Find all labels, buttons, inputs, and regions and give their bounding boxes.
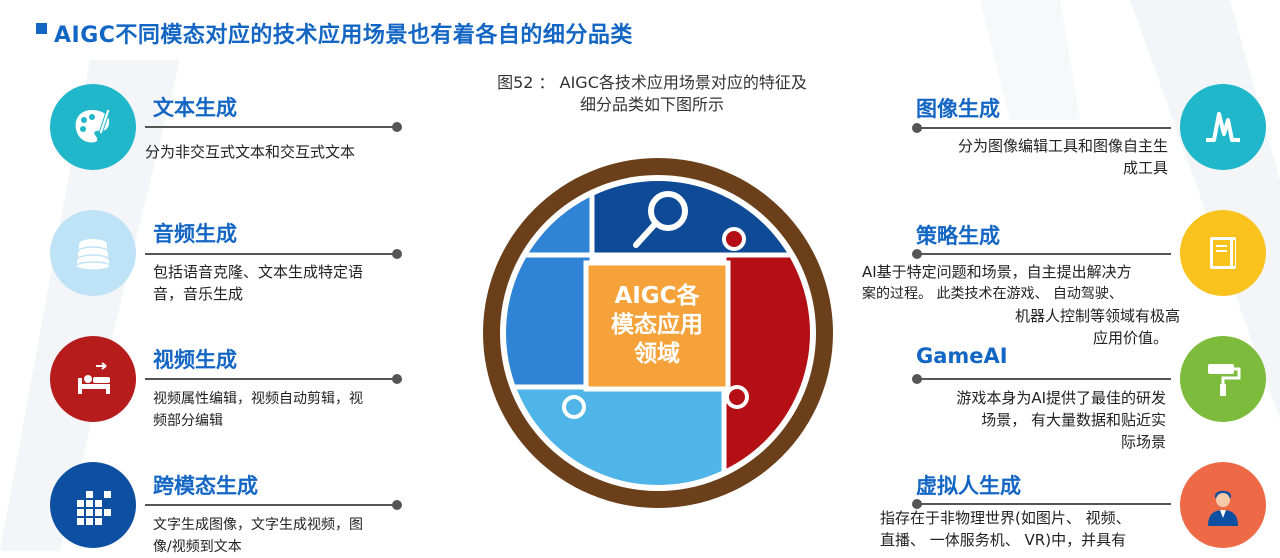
gameai-dot xyxy=(912,374,922,384)
center-label-line-2: 模态应用 xyxy=(611,311,703,338)
audio-gen-title: 音频生成 xyxy=(153,222,237,246)
virtual-human-desc: 指存在于非物理世界(如图片、 视频、 直播、 一体服务机、 VR)中，并具有 xyxy=(880,507,1176,551)
bed-icon xyxy=(78,362,110,394)
cross-modal-desc: 文字生成图像，文字生成视频，图 像/视频到文本 xyxy=(153,514,413,558)
cross-modal-icon-circle xyxy=(50,462,136,548)
virtual-human-icon-circle xyxy=(1180,462,1266,548)
image-gen-desc-line-1: 分为图像编辑工具和图像自主生 xyxy=(957,137,1168,155)
virtual-human-connector xyxy=(916,503,1171,505)
gameai-connector xyxy=(916,378,1171,380)
cross-modal-title: 跨模态生成 xyxy=(153,474,258,498)
cross-modal-dot xyxy=(392,500,402,510)
paint-roller-icon xyxy=(1208,364,1241,396)
caption-line-1: 图52 ： AIGC各技术应用场景对应的特征及 xyxy=(497,73,807,92)
virtual-human-title: 虚拟人生成 xyxy=(916,474,1021,498)
video-gen-icon-circle xyxy=(50,336,136,422)
cross-modal-connector xyxy=(145,504,395,506)
audio-gen-icon-circle xyxy=(50,210,136,296)
grid-blocks-icon xyxy=(77,491,111,525)
image-gen-icon-circle xyxy=(1180,84,1266,170)
strategy-gen-icon-circle xyxy=(1180,210,1266,296)
strategy-gen-connector xyxy=(916,253,1171,255)
gameai-title: GameAI xyxy=(916,344,1008,368)
center-label-line-3: 领域 xyxy=(634,340,680,367)
image-gen-connector xyxy=(916,127,1171,129)
gameai-desc-line-1: 游戏本身为AI提供了最佳的研发 xyxy=(956,389,1166,407)
peak-chart-icon xyxy=(1206,112,1240,142)
video-gen-desc: 视频属性编辑，视频自动剪辑，视 频部分编辑 xyxy=(153,388,413,432)
image-gen-title: 图像生成 xyxy=(916,97,1000,121)
virtual-human-desc-line-2: 直播、 一体服务机、 VR)中，并具有 xyxy=(880,531,1127,549)
gameai-desc-line-3: 际场景 xyxy=(1120,433,1166,451)
page-title: AIGC不同模态对应的技术应用场景也有着各自的细分品类 xyxy=(54,23,633,48)
cross-modal-desc-line-1: 文字生成图像，文字生成视频，图 xyxy=(153,517,363,533)
center-label-line-1: AIGC各 xyxy=(614,282,700,309)
text-gen-desc: 分为非交互式文本和交互式文本 xyxy=(145,141,405,163)
text-gen-connector xyxy=(145,126,395,128)
cross-modal-desc-line-2: 像/视频到文本 xyxy=(153,539,242,555)
audio-gen-desc: 包括语音克隆、文本生成特定语 音，音乐生成 xyxy=(153,261,413,305)
gameai-desc-line-2: 场景， 有大量数据和贴近实 xyxy=(981,411,1166,429)
audio-gen-dot xyxy=(392,249,402,259)
audio-gen-connector xyxy=(145,253,395,255)
audio-gen-desc-line-2: 音，音乐生成 xyxy=(153,285,244,303)
strategy-gen-desc-line-4: 应用价值。 xyxy=(1092,329,1168,347)
text-gen-title: 文本生成 xyxy=(153,96,237,120)
strategy-gen-desc-line-2: 案的过程。 此类技术在游戏、 自动驾驶、 xyxy=(862,286,1123,302)
pancake-stack-icon xyxy=(75,239,111,271)
image-gen-desc-line-2: 成工具 xyxy=(1122,159,1168,177)
center-label: AIGC各 模态应用 领域 xyxy=(587,265,727,385)
figure-caption: 图52 ： AIGC各技术应用场景对应的特征及 细分品类如下图所示 xyxy=(472,72,832,116)
text-gen-dot xyxy=(392,122,402,132)
text-gen-desc-line-1: 分为非交互式文本和交互式文本 xyxy=(145,143,356,161)
audio-gen-desc-line-1: 包括语音克隆、文本生成特定语 xyxy=(153,263,364,281)
strategy-gen-desc-line-3: 机器人控制等领域有极高 xyxy=(1014,307,1180,325)
gameai-icon-circle xyxy=(1180,336,1266,422)
strategy-gen-title: 策略生成 xyxy=(916,224,1000,248)
caption-line-2: 细分品类如下图所示 xyxy=(579,95,724,114)
video-gen-connector xyxy=(145,378,395,380)
video-gen-dot xyxy=(392,374,402,384)
virtual-human-desc-line-1: 指存在于非物理世界(如图片、 视频、 xyxy=(880,509,1131,527)
person-icon xyxy=(1208,490,1238,526)
image-gen-dot xyxy=(912,123,922,133)
strategy-gen-dot xyxy=(912,249,922,259)
video-gen-title: 视频生成 xyxy=(153,348,237,372)
book-icon xyxy=(1210,237,1236,269)
strategy-gen-desc: AI基于特定问题和场景，自主提出解决方 案的过程。 此类技术在游戏、 自动驾驶、… xyxy=(862,261,1180,349)
text-gen-icon-circle xyxy=(50,84,136,170)
video-gen-desc-line-1: 视频属性编辑，视频自动剪辑，视 xyxy=(153,391,363,407)
strategy-gen-desc-line-1: AI基于特定问题和场景，自主提出解决方 xyxy=(862,263,1132,281)
video-gen-desc-line-2: 频部分编辑 xyxy=(153,413,223,429)
image-gen-desc: 分为图像编辑工具和图像自主生 成工具 xyxy=(900,135,1168,179)
palette-icon xyxy=(75,108,111,143)
title-marker xyxy=(36,23,47,34)
gameai-desc: 游戏本身为AI提供了最佳的研发 场景， 有大量数据和贴近实 际场景 xyxy=(900,387,1166,453)
